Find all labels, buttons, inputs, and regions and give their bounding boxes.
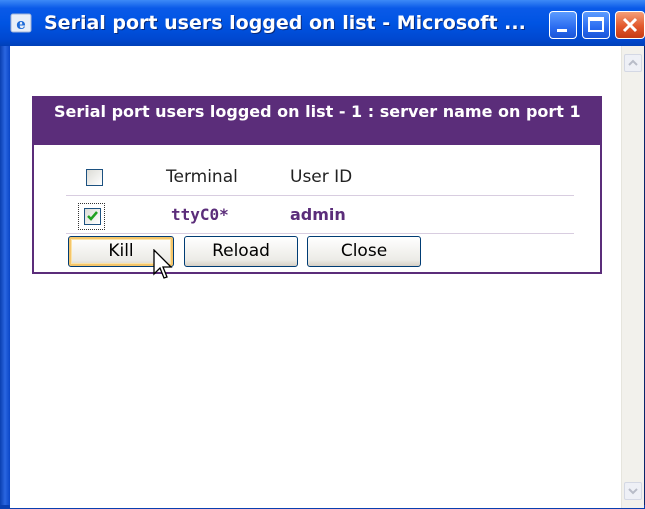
chevron-down-icon [628, 488, 638, 495]
close-icon [622, 17, 638, 33]
page-content: Serial port users logged on list - 1 : s… [10, 46, 644, 508]
window-frame-left [0, 46, 10, 509]
users-panel: Serial port users logged on list - 1 : s… [32, 96, 602, 274]
close-window-button[interactable] [615, 11, 645, 39]
maximize-icon [588, 17, 604, 32]
user-id-cell: admin [290, 205, 346, 224]
close-button[interactable]: Close [307, 236, 421, 267]
mouse-pointer-icon [153, 249, 173, 279]
svg-text:e: e [16, 15, 26, 33]
reload-button[interactable]: Reload [184, 236, 298, 267]
column-header-user-id: User ID [290, 167, 353, 187]
column-header-terminal: Terminal [166, 167, 238, 187]
minimize-button[interactable] [549, 11, 577, 39]
panel-header: Serial port users logged on list - 1 : s… [34, 98, 600, 145]
row-checkbox[interactable] [84, 208, 101, 225]
vertical-scrollbar[interactable] [621, 46, 644, 508]
window-title: Serial port users logged on list - Micro… [44, 12, 526, 34]
terminal-cell: ttyC0* [171, 205, 229, 224]
select-all-checkbox[interactable] [86, 169, 103, 186]
scroll-up-button[interactable] [624, 54, 642, 72]
maximize-button[interactable] [582, 11, 610, 39]
row-checkbox-focus [78, 203, 105, 230]
checkmark-icon [87, 211, 98, 221]
minimize-icon [557, 29, 567, 32]
internet-explorer-icon: e [10, 13, 32, 33]
row-divider [66, 233, 574, 234]
chevron-up-icon [628, 59, 638, 66]
row-divider [66, 195, 574, 196]
window-titlebar[interactable]: e Serial port users logged on list - Mic… [0, 0, 645, 46]
browser-popup-window: e Serial port users logged on list - Mic… [0, 0, 645, 509]
panel-title: Serial port users logged on list - 1 : s… [54, 102, 581, 121]
scroll-down-button[interactable] [624, 482, 642, 500]
